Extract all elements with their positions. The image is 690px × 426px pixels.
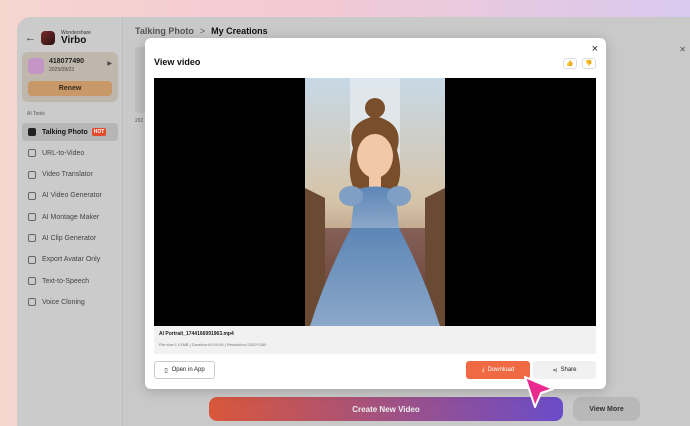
download-label: Download bbox=[487, 367, 515, 373]
view-more-button[interactable]: View More bbox=[573, 397, 640, 421]
download-icon: ⤓ bbox=[481, 366, 485, 373]
breadcrumb: Talking Photo > My Creations bbox=[135, 26, 268, 36]
bookmark-icon: ▯ bbox=[164, 367, 168, 374]
sidebar-item-label: AI Montage Maker bbox=[42, 213, 100, 221]
brand-name: Virbo bbox=[61, 34, 87, 46]
virbo-logo bbox=[41, 31, 55, 45]
breadcrumb-current: My Creations bbox=[211, 26, 268, 36]
sidebar-item-label: AI Video Generator bbox=[42, 192, 102, 200]
talking-photo-icon bbox=[28, 128, 36, 136]
modal-title: View video bbox=[154, 57, 201, 67]
sidebar-item-label: Export Avatar Only bbox=[42, 256, 101, 264]
sidebar-item-url-to-video[interactable]: URL-to-Video bbox=[22, 144, 118, 162]
sidebar-item-voice-cloning[interactable]: Voice Cloning bbox=[22, 293, 118, 311]
section-label: AI Tools bbox=[27, 111, 45, 117]
back-arrow-icon[interactable]: ← bbox=[25, 32, 36, 44]
sidebar-item-ai-video-generator[interactable]: AI Video Generator bbox=[22, 187, 118, 205]
file-name: AI Portrait_1744166991963.mp4 bbox=[159, 331, 234, 337]
sidebar-item-label: Talking Photo bbox=[42, 128, 88, 136]
account-id: 418077490 bbox=[49, 58, 85, 65]
background-card-date: 202 bbox=[135, 118, 144, 124]
pointer-cursor-icon bbox=[524, 376, 554, 408]
link-icon bbox=[28, 149, 36, 158]
close-icon[interactable]: × bbox=[592, 43, 598, 55]
video-info-bar: AI Portrait_1744166991963.mp4 File size:… bbox=[154, 326, 596, 354]
file-meta: File size:1.01MB | Duration:00:00:08 | R… bbox=[159, 342, 267, 347]
thumbs-up-icon[interactable]: 👍 bbox=[563, 58, 577, 69]
sidebar-item-export-avatar-only[interactable]: Export Avatar Only bbox=[22, 251, 118, 269]
sidebar-item-ai-clip-generator[interactable]: AI Clip Generator bbox=[22, 229, 118, 247]
text-to-speech-icon bbox=[28, 277, 36, 286]
thumbs-down-icon[interactable]: 👎 bbox=[582, 58, 596, 69]
sidebar: ← Wondershare Virbo 418077490 2025/09/23… bbox=[17, 17, 123, 426]
sidebar-item-label: URL-to-Video bbox=[42, 149, 85, 157]
sidebar-item-text-to-speech[interactable]: Text-to-Speech bbox=[22, 272, 118, 290]
breadcrumb-parent[interactable]: Talking Photo bbox=[135, 26, 194, 36]
sidebar-item-label: Voice Cloning bbox=[42, 298, 85, 306]
export-avatar-icon bbox=[28, 255, 36, 264]
sidebar-nav: Talking Photo HOT URL-to-Video Video Tra… bbox=[22, 123, 118, 315]
brand-header: ← Wondershare Virbo bbox=[25, 27, 121, 49]
open-in-app-label: Open in App bbox=[171, 367, 205, 373]
create-new-video-button[interactable]: Create New Video bbox=[209, 397, 563, 421]
chevron-right-icon[interactable]: ▶ bbox=[107, 60, 112, 67]
close-icon[interactable]: ✕ bbox=[679, 45, 686, 54]
account-expiry-date: 2025/09/23 bbox=[49, 67, 75, 73]
translate-icon bbox=[28, 170, 36, 179]
video-generator-icon bbox=[28, 191, 36, 200]
voice-cloning-icon bbox=[28, 298, 36, 307]
avatar bbox=[28, 58, 44, 74]
montage-icon bbox=[28, 213, 36, 222]
video-preview-frame bbox=[305, 78, 445, 326]
sidebar-item-label: Video Translator bbox=[42, 171, 93, 179]
sidebar-item-label: Text-to-Speech bbox=[42, 277, 90, 285]
breadcrumb-separator: > bbox=[199, 26, 206, 36]
hot-badge: HOT bbox=[91, 128, 107, 136]
clip-icon bbox=[28, 234, 36, 243]
renew-button[interactable]: Renew bbox=[28, 81, 112, 96]
open-in-app-button[interactable]: ▯ Open in App bbox=[154, 361, 215, 379]
video-player[interactable] bbox=[154, 78, 596, 326]
account-card[interactable]: 418077490 2025/09/23 ▶ Renew bbox=[22, 52, 118, 102]
sidebar-item-talking-photo[interactable]: Talking Photo HOT bbox=[22, 123, 118, 141]
sidebar-item-video-translator[interactable]: Video Translator bbox=[22, 166, 118, 184]
view-video-modal: × View video 👍 👎 AI Portrait_17441669919… bbox=[145, 38, 606, 389]
sidebar-item-ai-montage-maker[interactable]: AI Montage Maker bbox=[22, 208, 118, 226]
share-label: Share bbox=[560, 367, 577, 373]
sidebar-item-label: AI Clip Generator bbox=[42, 234, 97, 242]
